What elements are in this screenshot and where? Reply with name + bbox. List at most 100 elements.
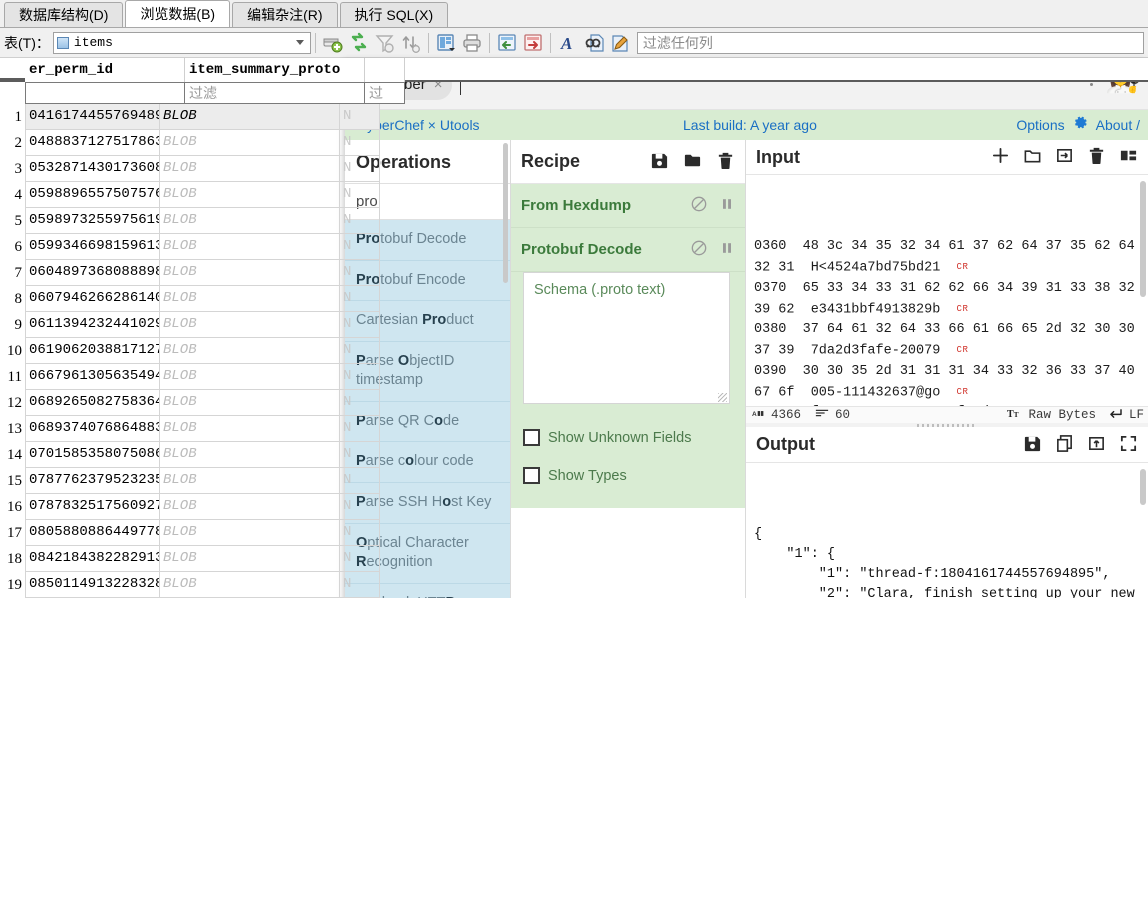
table-cell[interactable]: 08421843822829137 — [25, 546, 160, 572]
table-cell[interactable]: N — [340, 468, 380, 494]
font-icon[interactable]: A — [557, 32, 579, 54]
tab-browse-data[interactable]: 浏览数据(B) — [125, 0, 230, 27]
table-cell[interactable]: N — [340, 364, 380, 390]
table-cell[interactable]: N — [340, 182, 380, 208]
row-number[interactable]: 16 — [0, 494, 25, 520]
row-number[interactable]: 2 — [0, 130, 25, 156]
table-cell[interactable]: BLOB — [160, 130, 340, 156]
table-row[interactable]: 405988965575075769BLOBN — [0, 182, 1148, 208]
table-cell[interactable]: N — [340, 104, 380, 130]
table-cell[interactable]: 04888371275178639 — [25, 130, 160, 156]
table-cell[interactable]: BLOB — [160, 260, 340, 286]
tab-database-structure[interactable]: 数据库结构(D) — [4, 2, 123, 27]
table-cell[interactable]: 06079462662861400 — [25, 286, 160, 312]
refresh-icon[interactable] — [348, 32, 370, 54]
row-number[interactable]: 19 — [0, 572, 25, 598]
table-cell[interactable]: N — [340, 286, 380, 312]
table-row[interactable]: 1708058808864497788BLOBN — [0, 520, 1148, 546]
filter-input-er-perm-id[interactable] — [25, 82, 185, 104]
table-cell[interactable]: BLOB — [160, 442, 340, 468]
table-cell[interactable]: BLOB — [160, 494, 340, 520]
insert-before-icon[interactable] — [496, 32, 518, 54]
table-cell[interactable]: 05989732559756194 — [25, 208, 160, 234]
table-cell[interactable]: 05993466981596131 — [25, 234, 160, 260]
table-cell[interactable]: BLOB — [160, 546, 340, 572]
table-cell[interactable]: N — [340, 338, 380, 364]
table-cell[interactable]: 07877623795232352 — [25, 468, 160, 494]
table-cell[interactable]: BLOB — [160, 312, 340, 338]
table-cell[interactable]: 07015853580750868 — [25, 442, 160, 468]
filter-input-next[interactable]: 过 — [364, 82, 405, 104]
row-number[interactable]: 17 — [0, 520, 25, 546]
table-cell[interactable]: 06892650827583643 — [25, 390, 160, 416]
row-number[interactable]: 4 — [0, 182, 25, 208]
filter-any-column-input[interactable]: 过滤任何列 — [637, 32, 1144, 54]
row-number[interactable]: 13 — [0, 416, 25, 442]
row-number[interactable]: 10 — [0, 338, 25, 364]
row-number[interactable]: 14 — [0, 442, 25, 468]
table-cell[interactable]: 06113942324410297 — [25, 312, 160, 338]
table-cell[interactable]: N — [340, 442, 380, 468]
table-cell[interactable]: BLOB — [160, 572, 340, 598]
table-cell[interactable]: BLOB — [160, 182, 340, 208]
table-cell[interactable]: N — [340, 520, 380, 546]
table-cell[interactable]: N — [340, 234, 380, 260]
table-row[interactable]: 1206892650827583643BLOBN — [0, 390, 1148, 416]
sort-icon[interactable] — [400, 32, 422, 54]
table-row[interactable]: 1306893740768648830BLOBN — [0, 416, 1148, 442]
table-row[interactable]: 1006190620388171270BLOBN — [0, 338, 1148, 364]
table-cell[interactable]: N — [340, 208, 380, 234]
print-icon[interactable] — [461, 32, 483, 54]
table-cell[interactable]: 08501149132283284 — [25, 572, 160, 598]
new-record-icon[interactable] — [322, 32, 344, 54]
table-cell[interactable]: BLOB — [160, 416, 340, 442]
table-cell[interactable]: 06893740768648830 — [25, 416, 160, 442]
table-cell[interactable]: 07878325175609272 — [25, 494, 160, 520]
table-cell[interactable]: N — [340, 390, 380, 416]
table-cell[interactable]: N — [340, 130, 380, 156]
filter-clear-icon[interactable] — [374, 32, 396, 54]
row-number[interactable]: 11 — [0, 364, 25, 390]
table-cell[interactable]: BLOB — [160, 234, 340, 260]
table-cell[interactable]: N — [340, 546, 380, 572]
table-cell[interactable]: BLOB — [160, 338, 340, 364]
save-record-icon[interactable] — [435, 32, 457, 54]
table-cell[interactable]: BLOB — [160, 156, 340, 182]
edit-icon[interactable] — [609, 32, 631, 54]
table-cell[interactable]: 05328714301736081 — [25, 156, 160, 182]
row-number[interactable]: 1 — [0, 104, 25, 130]
column-header-item-summary-proto[interactable]: item_summary_proto — [185, 58, 365, 82]
table-cell[interactable]: 06048973680888980 — [25, 260, 160, 286]
table-cell[interactable]: N — [340, 312, 380, 338]
row-number[interactable]: 15 — [0, 468, 25, 494]
row-number[interactable]: 7 — [0, 260, 25, 286]
table-cell[interactable]: BLOB — [160, 208, 340, 234]
row-number[interactable]: 12 — [0, 390, 25, 416]
row-number[interactable]: 3 — [0, 156, 25, 182]
row-number[interactable]: 5 — [0, 208, 25, 234]
table-cell[interactable]: N — [340, 260, 380, 286]
table-row[interactable]: 104161744557694895BLOBN — [0, 104, 1148, 130]
table-cell[interactable]: 06679613056354947 — [25, 364, 160, 390]
table-cell[interactable]: 06190620388171270 — [25, 338, 160, 364]
table-row[interactable]: 1607878325175609272BLOBN — [0, 494, 1148, 520]
table-row[interactable]: 505989732559756194BLOBN — [0, 208, 1148, 234]
row-number[interactable]: 8 — [0, 286, 25, 312]
table-row[interactable]: 1507877623795232352BLOBN — [0, 468, 1148, 494]
table-row[interactable]: 1407015853580750868BLOBN — [0, 442, 1148, 468]
column-header-next[interactable] — [365, 58, 405, 82]
table-row[interactable]: 1106679613056354947BLOBN — [0, 364, 1148, 390]
insert-after-icon[interactable] — [522, 32, 544, 54]
table-cell[interactable]: BLOB — [160, 286, 340, 312]
table-row[interactable]: 605993466981596131BLOBN — [0, 234, 1148, 260]
table-cell[interactable]: 04161744557694895 — [25, 104, 160, 130]
row-number[interactable]: 6 — [0, 234, 25, 260]
tab-edit-pragmas[interactable]: 编辑杂注(R) — [232, 2, 337, 27]
table-cell[interactable]: 05988965575075769 — [25, 182, 160, 208]
table-cell[interactable]: N — [340, 494, 380, 520]
table-row[interactable]: 1908501149132283284BLOBN — [0, 572, 1148, 598]
table-row[interactable]: 706048973680888980BLOBN — [0, 260, 1148, 286]
filter-input-item-summary-proto[interactable]: 过滤 — [184, 82, 365, 104]
table-row[interactable]: 305328714301736081BLOBN — [0, 156, 1148, 182]
tab-execute-sql[interactable]: 执行 SQL(X) — [340, 2, 449, 27]
